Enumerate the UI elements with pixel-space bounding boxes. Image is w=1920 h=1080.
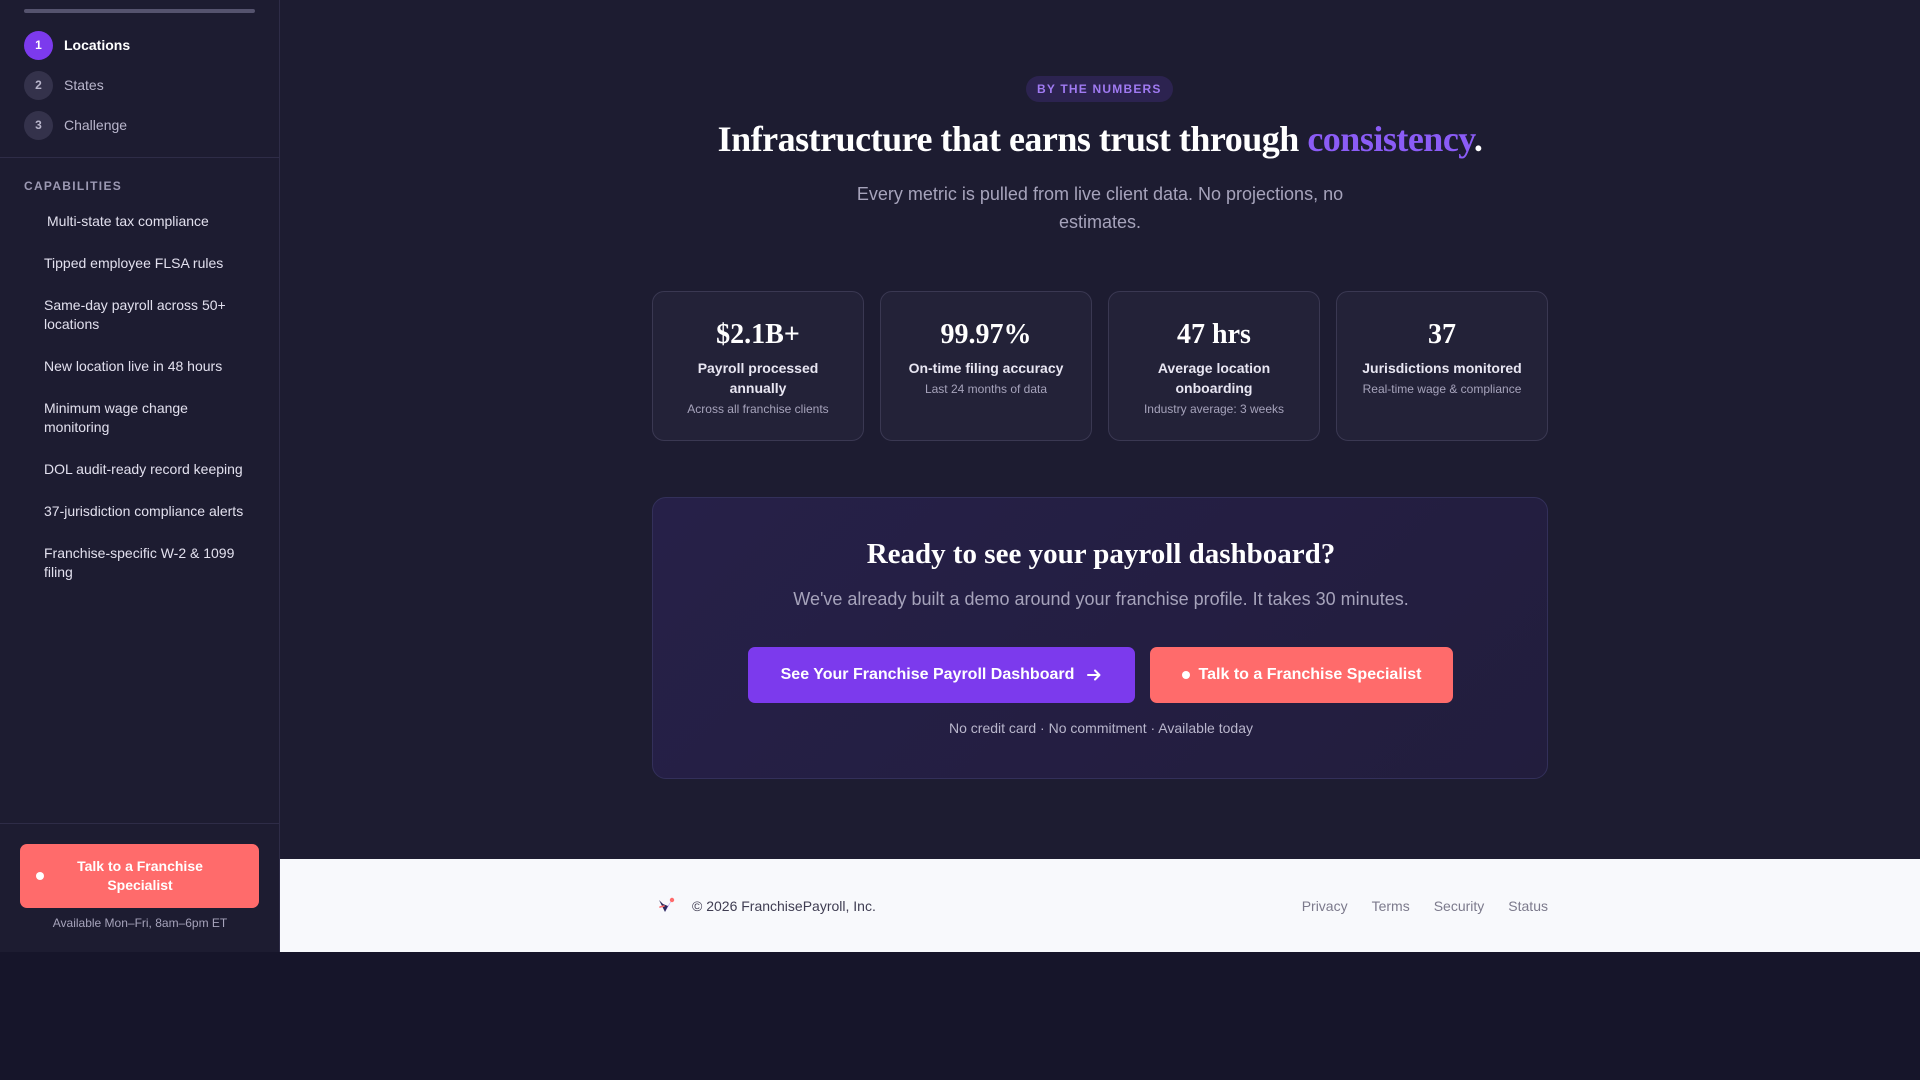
button-label: Talk to a Franchise Specialist: [1198, 666, 1422, 683]
button-label: See Your Franchise Payroll Dashboard: [780, 666, 1075, 683]
cta-card: Ready to see your payroll dashboard? We'…: [652, 497, 1548, 779]
hero-title-end: .: [1473, 119, 1483, 159]
stat-note: Across all franchise clients: [687, 402, 829, 416]
capability-item[interactable]: DOL audit-ready record keeping: [44, 460, 254, 479]
step-states[interactable]: 2 States: [24, 70, 130, 100]
availability-text: Available Mon–Fri, 8am–6pm ET: [52, 916, 228, 930]
hero-title-text: Infrastructure that earns trust through: [717, 119, 1308, 159]
stat-note: Industry average: 3 weeks: [1143, 402, 1285, 416]
cta-title: Ready to see your payroll dashboard?: [866, 538, 1336, 570]
stat-value: $2.1B+: [716, 319, 800, 350]
footer-link-terms[interactable]: Terms: [1372, 898, 1410, 914]
capability-item[interactable]: Minimum wage change monitoring: [44, 399, 254, 437]
step-label: Challenge: [64, 117, 128, 133]
stat-note: Real-time wage & compliance: [1362, 382, 1522, 396]
app-root: 1 Locations 2 States 3 Challenge CAPABIL…: [0, 0, 1920, 952]
sidebar: 1 Locations 2 States 3 Challenge CAPABIL…: [0, 0, 280, 952]
talk-specialist-button[interactable]: Talk to a Franchise Specialist: [1150, 647, 1453, 703]
stat-card: 47 hrs Average location onboarding Indus…: [1108, 291, 1320, 441]
step-list: 1 Locations 2 States 3 Challenge: [24, 30, 130, 150]
progress-bar-fill: [24, 9, 255, 13]
see-dashboard-button[interactable]: See Your Franchise Payroll Dashboard: [748, 647, 1135, 703]
stat-card: 99.97% On-time filing accuracy Last 24 m…: [880, 291, 1092, 441]
capability-item[interactable]: Franchise-specific W-2 & 1099 filing: [44, 544, 254, 582]
stat-card: $2.1B+ Payroll processed annually Across…: [652, 291, 864, 441]
stat-card: 37 Jurisdictions monitored Real-time wag…: [1336, 291, 1548, 441]
capability-item[interactable]: Tipped employee FLSA rules: [44, 254, 254, 273]
cta-subtitle: We've already built a demo around your f…: [793, 589, 1409, 609]
section-badge: BY THE NUMBERS: [1026, 76, 1173, 102]
sidebar-talk-specialist-button[interactable]: Talk to a Franchise Specialist: [20, 844, 259, 908]
capabilities-list: Multi-state tax compliance Tipped employ…: [44, 212, 254, 605]
footer-link-security[interactable]: Security: [1434, 898, 1485, 914]
capability-item[interactable]: New location live in 48 hours: [44, 357, 254, 376]
progress-bar: [24, 9, 255, 13]
stat-value: 37: [1428, 319, 1456, 350]
footer-link-privacy[interactable]: Privacy: [1302, 898, 1348, 914]
stat-label: Average location onboarding: [1157, 360, 1271, 396]
sidebar-divider: [0, 823, 280, 824]
sidebar-divider: [0, 157, 280, 158]
capability-item[interactable]: Same-day payroll across 50+ locations: [44, 296, 254, 334]
copyright-text: © 2026 FranchisePayroll, Inc.: [692, 898, 876, 914]
status-dot-icon: [36, 872, 44, 880]
button-label: Talk to a Franchise Specialist: [77, 858, 203, 893]
capabilities-heading: CAPABILITIES: [24, 179, 123, 193]
stat-label: Payroll processed annually: [697, 360, 819, 396]
main-content: BY THE NUMBERS Infrastructure that earns…: [280, 0, 1920, 859]
footer: © 2026 FranchisePayroll, Inc. Privacy Te…: [280, 859, 1920, 952]
hero-subtitle: Every metric is pulled from live client …: [856, 184, 1344, 232]
step-number: 2: [24, 70, 53, 100]
hero-title: Infrastructure that earns trust through …: [280, 118, 1920, 160]
cta-fine-print: No credit card · No commitment · Availab…: [949, 720, 1253, 736]
step-label: Locations: [64, 37, 131, 53]
capability-item[interactable]: Multi-state tax compliance: [44, 212, 254, 231]
franchise-payroll-logo-icon: [659, 897, 675, 912]
status-dot-icon: [1181, 671, 1190, 679]
stat-label: On-time filing accuracy: [908, 360, 1064, 376]
hero-title-accent: consistency: [1307, 119, 1474, 159]
step-number: 1: [24, 30, 53, 60]
capability-item[interactable]: 37-jurisdiction compliance alerts: [44, 502, 254, 521]
arrow-right-icon: [1087, 669, 1101, 681]
stat-value: 99.97%: [940, 319, 1032, 350]
stats-row: $2.1B+ Payroll processed annually Across…: [652, 291, 1548, 441]
step-challenge[interactable]: 3 Challenge: [24, 110, 130, 140]
stat-label: Jurisdictions monitored: [1362, 360, 1522, 376]
footer-nav: Privacy Terms Security Status: [1302, 898, 1548, 914]
stat-note: Last 24 months of data: [924, 382, 1048, 396]
step-locations[interactable]: 1 Locations: [24, 30, 130, 60]
step-label: States: [64, 77, 104, 93]
step-number: 3: [24, 110, 53, 140]
footer-link-status[interactable]: Status: [1508, 898, 1548, 914]
stat-value: 47 hrs: [1177, 319, 1251, 350]
